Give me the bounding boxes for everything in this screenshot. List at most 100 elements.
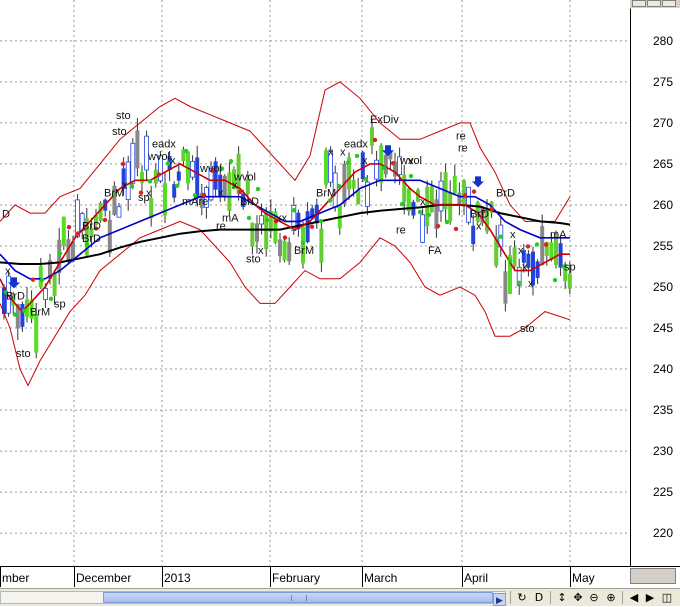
signal-dot bbox=[444, 219, 450, 225]
signal-dot bbox=[336, 183, 342, 189]
signal-dot bbox=[453, 226, 459, 232]
signal-dot bbox=[489, 207, 495, 212]
signal-dot bbox=[255, 186, 261, 192]
signal-label: wvol bbox=[147, 151, 170, 163]
signal-label: ExDiv bbox=[370, 114, 399, 126]
daily-period-icon[interactable]: D bbox=[531, 589, 547, 606]
candle-body bbox=[567, 273, 572, 289]
signal-dot bbox=[237, 189, 243, 195]
signal-label: x bbox=[362, 155, 368, 167]
signal-label: x bbox=[258, 245, 264, 257]
candle-body bbox=[383, 154, 388, 175]
y-tick-label: 280 bbox=[653, 33, 674, 48]
signal-label: sto bbox=[16, 348, 31, 360]
signal-label: sto bbox=[112, 126, 127, 138]
scrollbar-thumb[interactable] bbox=[103, 592, 493, 603]
signal-dot bbox=[12, 312, 18, 317]
candle-body bbox=[195, 157, 200, 197]
signal-arrow-icon bbox=[472, 176, 484, 188]
candle-body bbox=[176, 171, 181, 181]
horizontal-scrollbar[interactable]: ▶ bbox=[0, 591, 506, 606]
y-tick-label: 220 bbox=[653, 526, 674, 541]
candle-body bbox=[402, 174, 407, 203]
fit-chart-icon[interactable]: ◫ bbox=[659, 589, 675, 606]
y-tick-label: 240 bbox=[653, 362, 674, 377]
x-tick bbox=[462, 567, 463, 587]
minimize-icon[interactable] bbox=[632, 0, 646, 7]
candle-body bbox=[130, 142, 136, 184]
signal-label: wvol bbox=[233, 171, 256, 183]
signal-dot bbox=[507, 258, 513, 263]
signal-dot bbox=[534, 242, 540, 247]
signal-label: x bbox=[170, 155, 176, 167]
restore-icon[interactable] bbox=[647, 0, 661, 7]
signal-dot bbox=[66, 224, 72, 230]
candle-body bbox=[356, 190, 361, 205]
corner-box bbox=[630, 568, 676, 584]
y-tick-label: 250 bbox=[653, 280, 674, 294]
vertical-scale-icon[interactable]: ↕ bbox=[554, 589, 570, 606]
candle-body bbox=[471, 225, 476, 245]
signal-label: sto bbox=[520, 323, 535, 335]
signal-dot bbox=[354, 153, 360, 159]
scroll-left-icon[interactable]: ◀ bbox=[626, 589, 642, 606]
candle-body bbox=[227, 172, 232, 211]
signal-dot bbox=[21, 308, 27, 313]
signal-label: BrD bbox=[470, 208, 489, 220]
pan-icon[interactable]: ✥ bbox=[570, 589, 586, 606]
candle-body bbox=[282, 240, 287, 261]
candle-body bbox=[259, 215, 265, 225]
candle-body bbox=[452, 175, 457, 194]
chart-navigation-bar: ▶ ↻ D ↕ ✥ ⊖ ⊕ ◀ ▶ ◫ bbox=[0, 588, 680, 606]
candle-body bbox=[20, 303, 25, 327]
candle-body bbox=[287, 242, 292, 262]
signal-dot bbox=[282, 235, 288, 240]
scroll-forward-icon[interactable]: ▶ bbox=[642, 589, 658, 606]
signal-label: x bbox=[328, 147, 334, 159]
y-tick-label: 270 bbox=[653, 115, 674, 130]
zoom-in-icon[interactable]: ⊕ bbox=[603, 589, 619, 606]
candle-body bbox=[540, 225, 545, 266]
candle-body bbox=[278, 239, 282, 257]
signal-dot bbox=[462, 193, 468, 198]
signal-dot bbox=[471, 189, 477, 194]
signal-dot bbox=[318, 218, 324, 224]
signal-dot bbox=[435, 223, 441, 229]
signal-label: re bbox=[458, 143, 468, 155]
zoom-out-icon[interactable]: ⊖ bbox=[586, 589, 602, 606]
signal-label: x bbox=[522, 262, 528, 274]
signal-dot bbox=[291, 208, 297, 213]
signal-dot bbox=[39, 277, 45, 283]
candle-body bbox=[429, 186, 434, 213]
scroll-right-icon[interactable]: ▶ bbox=[493, 593, 506, 606]
signal-dot bbox=[372, 137, 378, 143]
x-tick bbox=[270, 567, 271, 587]
upper-band-line bbox=[0, 81, 571, 222]
candle-body bbox=[250, 222, 255, 247]
chart-plot-area[interactable]: Dx BrD BrM sto sp BrD BrD BrM x sp x sto sto eadx wvol… bbox=[0, 0, 631, 566]
signal-dot bbox=[390, 161, 396, 166]
price-chart: DxBrDBrMstospBrDBrDBrMxspxstostoeadxwvol… bbox=[0, 0, 630, 566]
signal-label: BrD bbox=[496, 188, 515, 200]
signal-label: x bbox=[420, 196, 426, 208]
signal-dot bbox=[264, 217, 270, 223]
refresh-icon[interactable]: ↻ bbox=[514, 589, 530, 606]
signal-label: x bbox=[146, 188, 152, 200]
y-tick-label: 235 bbox=[653, 403, 674, 418]
close-icon[interactable] bbox=[662, 0, 676, 7]
candle-body bbox=[370, 127, 374, 146]
signal-label: eadx bbox=[344, 139, 368, 151]
candle-body bbox=[535, 261, 540, 278]
x-tick bbox=[162, 567, 163, 587]
signal-label: x bbox=[5, 266, 11, 278]
candle-body bbox=[52, 273, 57, 296]
signal-label: BrD bbox=[82, 221, 101, 233]
candle-body bbox=[305, 211, 310, 243]
candle-body bbox=[116, 206, 122, 218]
signal-label: re bbox=[396, 225, 406, 237]
x-tick bbox=[74, 567, 75, 587]
signal-dot bbox=[525, 244, 531, 249]
signal-dot bbox=[102, 217, 108, 223]
candle-body bbox=[503, 271, 508, 304]
signal-label: x bbox=[476, 221, 482, 233]
